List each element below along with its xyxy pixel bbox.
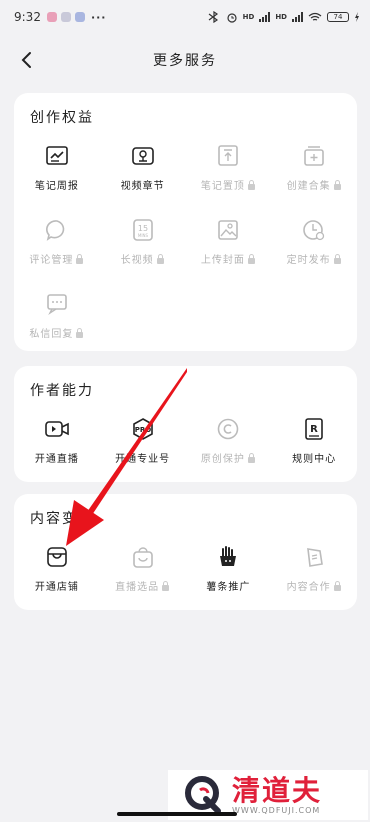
service-long-video[interactable]: 15 MINS 长视频 <box>100 217 186 273</box>
cooperation-icon <box>301 544 327 570</box>
chevron-left-icon <box>21 52 31 68</box>
video-chapter-icon <box>130 143 156 169</box>
shopping-bag-icon <box>130 544 156 570</box>
image-upload-icon <box>215 217 241 243</box>
section-creator-benefits: 创作权益 笔记周报 视频章节 笔记置顶 创建合集 评论管理 15 MINS 长视… <box>14 93 357 351</box>
service-upload-cover[interactable]: 上传封面 <box>186 217 272 273</box>
more-notifications-dots: ··· <box>90 10 107 24</box>
service-label: 上传封面 <box>200 255 245 266</box>
service-label: 开通店铺 <box>34 582 79 593</box>
svg-text:R: R <box>310 424 318 435</box>
service-label: 直播选品 <box>115 582 160 593</box>
nav-bar: 更多服务 <box>0 40 370 80</box>
lock-icon <box>247 452 255 463</box>
service-fries-promotion[interactable]: 薯条推广 <box>186 544 272 600</box>
notification-icons <box>46 12 85 22</box>
pro-badge-icon: PRO <box>130 416 156 442</box>
battery-icon: 74 <box>327 12 349 22</box>
service-message-reply[interactable]: 私信回复 <box>14 291 100 347</box>
app-notification-icon <box>60 12 71 22</box>
section-title: 创作权益 <box>30 110 94 126</box>
status-right: HD HD 74 <box>207 11 360 23</box>
lock-icon <box>76 327 84 338</box>
service-scheduled-publish[interactable]: 定时发布 <box>271 217 357 273</box>
lock-icon <box>333 179 341 190</box>
service-label: 笔记周报 <box>34 181 79 192</box>
service-pro-account[interactable]: PRO 开通专业号 <box>100 416 186 472</box>
service-label: 原创保护 <box>200 454 245 465</box>
service-label: 视频章节 <box>120 181 165 192</box>
service-live-product-selection[interactable]: 直播选品 <box>100 544 186 600</box>
bluetooth-muted-icon <box>208 11 218 23</box>
service-original-protection[interactable]: 原创保护 <box>186 416 272 472</box>
service-label: 薯条推广 <box>206 582 251 593</box>
report-chart-icon <box>44 143 70 169</box>
watermark-name: 清道夫 <box>232 773 323 807</box>
wifi-icon <box>308 12 322 21</box>
page-title: 更多服务 <box>153 53 217 69</box>
lock-icon <box>247 253 255 264</box>
collection-add-icon <box>301 143 327 169</box>
watermark-url: WWW.QDFUJI.COM <box>232 805 321 815</box>
section-title: 作者能力 <box>30 383 94 399</box>
watermark-logo-icon <box>185 776 221 814</box>
hd-label: HD <box>275 12 287 21</box>
service-create-collection[interactable]: 创建合集 <box>271 143 357 199</box>
back-button[interactable] <box>12 46 40 74</box>
service-rules-center[interactable]: R 规则中心 <box>271 416 357 472</box>
section-author-abilities: 作者能力 开通直播 PRO 开通专业号 原创保护 R 规则中心 <box>14 366 357 482</box>
service-weekly-report[interactable]: 笔记周报 <box>14 143 100 199</box>
status-bar: 9:32 ··· HD HD 74 <box>0 0 370 34</box>
svg-text:15: 15 <box>138 224 148 233</box>
alarm-icon <box>227 13 237 23</box>
signal-icon <box>292 12 303 22</box>
charging-icon <box>355 12 359 22</box>
service-label: 私信回复 <box>29 329 74 340</box>
pin-top-icon <box>215 143 241 169</box>
svg-text:PRO: PRO <box>134 426 151 434</box>
hd-label: HD <box>242 12 255 21</box>
service-label: 开通直播 <box>34 454 79 465</box>
lock-icon <box>162 580 170 591</box>
service-start-live[interactable]: 开通直播 <box>14 416 100 472</box>
copyright-icon <box>215 416 241 442</box>
service-open-store[interactable]: 开通店铺 <box>14 544 100 600</box>
service-label: 内容合作 <box>286 582 331 593</box>
service-label: 规则中心 <box>292 454 337 465</box>
service-label: 定时发布 <box>286 255 331 266</box>
svg-text:MINS: MINS <box>138 233 149 238</box>
service-content-cooperation[interactable]: 内容合作 <box>271 544 357 600</box>
service-label: 笔记置顶 <box>200 181 245 192</box>
fries-promo-icon <box>215 544 241 570</box>
app-notification-icon <box>74 12 85 22</box>
lock-icon <box>333 580 341 591</box>
clock-schedule-icon <box>301 217 327 243</box>
service-label: 创建合集 <box>286 181 331 192</box>
service-pin-note[interactable]: 笔记置顶 <box>186 143 272 199</box>
lock-icon <box>333 253 341 264</box>
long-video-15min-icon: 15 MINS <box>130 217 156 243</box>
section-title: 内容变现 <box>30 511 94 527</box>
lock-icon <box>247 179 255 190</box>
service-video-chapters[interactable]: 视频章节 <box>100 143 186 199</box>
lock-icon <box>156 253 164 264</box>
status-time: 9:32 <box>14 10 41 24</box>
signal-icon <box>259 12 271 22</box>
service-label: 长视频 <box>120 255 154 266</box>
lock-icon <box>76 253 84 264</box>
app-notification-icon <box>46 12 57 22</box>
message-reply-icon <box>44 291 70 317</box>
comment-icon <box>44 217 70 243</box>
home-indicator[interactable] <box>117 812 237 816</box>
service-label: 评论管理 <box>29 255 74 266</box>
section-content-monetization: 内容变现 开通店铺 直播选品 薯条推广 内容合作 <box>14 494 357 610</box>
service-label: 开通专业号 <box>115 454 171 465</box>
store-icon <box>44 544 70 570</box>
live-camera-icon <box>44 416 70 442</box>
service-comment-management[interactable]: 评论管理 <box>14 217 100 273</box>
rules-book-icon: R <box>301 416 327 442</box>
